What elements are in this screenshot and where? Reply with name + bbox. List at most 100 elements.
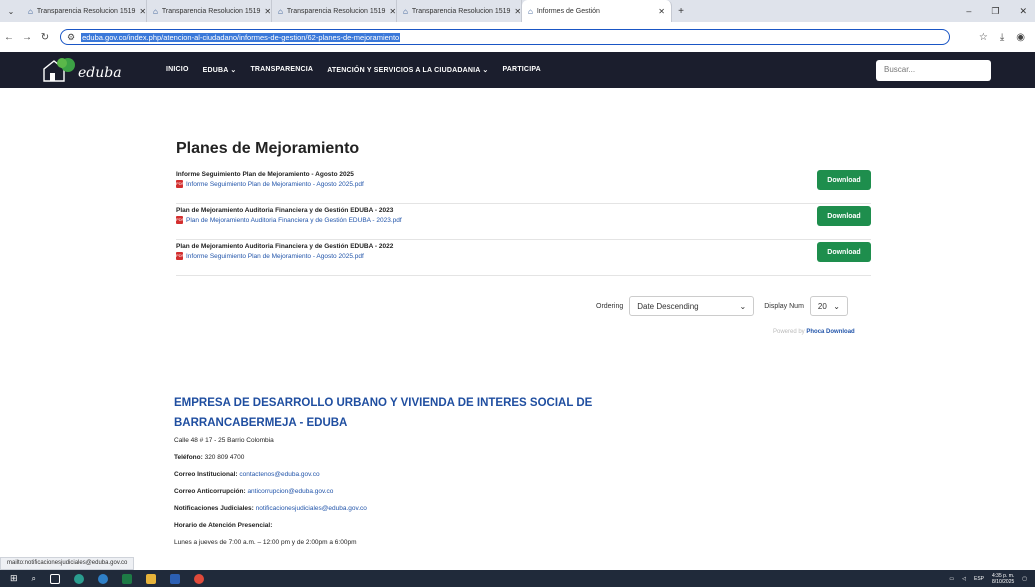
close-icon[interactable]: ✕ bbox=[514, 7, 521, 16]
close-icon[interactable]: ✕ bbox=[658, 7, 665, 16]
menu-item-transparencia[interactable]: TRANSPARENCIA bbox=[250, 66, 313, 74]
tab-title: Transparencia Resolucion 1519 bbox=[411, 7, 511, 15]
document-link[interactable]: PDF Informe Seguimiento Plan de Mejorami… bbox=[176, 252, 871, 260]
menu-item-inicio[interactable]: INICIO bbox=[166, 66, 189, 74]
search-icon[interactable]: ⌕ bbox=[32, 574, 36, 584]
menu-item-participa[interactable]: PARTICIPA bbox=[502, 66, 541, 74]
footer: EMPRESA DE DESARROLLO URBANO Y VIVIENDA … bbox=[174, 393, 594, 546]
browser-tab[interactable]: ⌂ Transparencia Resolucion 1519 ✕ bbox=[272, 0, 397, 22]
pdf-icon: PDF bbox=[176, 216, 184, 224]
word-icon[interactable] bbox=[170, 573, 181, 584]
close-icon[interactable]: ✕ bbox=[139, 7, 146, 16]
document-link[interactable]: PDF Informe Seguimiento Plan de Mejorami… bbox=[176, 180, 871, 188]
back-icon[interactable]: ← bbox=[0, 32, 18, 43]
network-icon[interactable]: ▭ bbox=[949, 576, 954, 582]
email-anti-link[interactable]: anticorrupcion@eduba.gov.co bbox=[247, 488, 333, 495]
tab-search-icon[interactable]: ⌄ bbox=[0, 7, 22, 16]
restore-icon[interactable]: ❐ bbox=[991, 6, 999, 17]
windows-start-icon[interactable]: ⊞ bbox=[10, 573, 18, 584]
document-filename[interactable]: Plan de Mejoramiento Auditoria Financier… bbox=[186, 217, 402, 224]
tab-title: Transparencia Resolucion 1519 bbox=[286, 7, 386, 15]
reload-icon[interactable]: ↻ bbox=[36, 32, 54, 43]
notifications-icon[interactable]: ▢ bbox=[1022, 576, 1027, 582]
url-input[interactable]: ⚙ eduba.gov.co/index.php/atencion-al-ciu… bbox=[60, 29, 950, 45]
hours-label: Horario de Atención Presencial: bbox=[174, 522, 594, 529]
address-bar-row: ← → ↻ ⚙ eduba.gov.co/index.php/atencion-… bbox=[0, 22, 1035, 52]
close-window-icon[interactable]: ✕ bbox=[1019, 6, 1027, 17]
home-icon: ⌂ bbox=[28, 6, 33, 16]
menu-item-eduba[interactable]: EDUBA ⌄ bbox=[203, 66, 237, 74]
tab-title: Transparencia Resolucion 1519 bbox=[36, 7, 136, 15]
new-tab-icon[interactable]: + bbox=[672, 6, 690, 17]
browser-tab[interactable]: ⌂ Transparencia Resolucion 1519 ✕ bbox=[22, 0, 147, 22]
home-icon: ⌂ bbox=[153, 6, 158, 16]
site-info-icon[interactable]: ⚙ bbox=[67, 32, 75, 43]
email-anti-line: Correo Anticorrupción: anticorrupcion@ed… bbox=[174, 488, 594, 495]
notif-link[interactable]: notificacionesjudiciales@eduba.gov.co bbox=[256, 505, 367, 512]
list-item: Plan de Mejoramiento Auditoria Financier… bbox=[176, 204, 871, 240]
chevron-down-icon: ⌄ bbox=[833, 301, 840, 311]
document-title: Informe Seguimiento Plan de Mejoramiento… bbox=[176, 171, 354, 178]
phone-value: 320 809 4700 bbox=[204, 454, 245, 461]
clock[interactable]: 4:35 p. m. 8/10/2025 bbox=[992, 573, 1014, 585]
download-button[interactable]: Download bbox=[817, 170, 871, 190]
file-explorer-icon[interactable] bbox=[146, 573, 157, 584]
edge-icon[interactable] bbox=[74, 573, 85, 584]
excel-icon[interactable] bbox=[122, 573, 133, 584]
ordering-select[interactable]: Date Descending ⌄ bbox=[629, 296, 755, 316]
browser-tab[interactable]: ⌂ Transparencia Resolucion 1519 ✕ bbox=[397, 0, 522, 22]
tab-title: Informes de Gestión bbox=[536, 7, 600, 15]
ordering-label: Ordering bbox=[596, 302, 624, 310]
ordering-value: Date Descending bbox=[637, 301, 699, 311]
app-icon[interactable] bbox=[98, 573, 109, 584]
display-num-label: Display Num bbox=[764, 302, 804, 310]
downloads-icon[interactable]: ⤓ bbox=[1000, 32, 1004, 43]
notif-label: Notificaciones Judiciales: bbox=[174, 505, 254, 512]
email-inst-label: Correo Institucional: bbox=[174, 471, 238, 478]
list-controls: Ordering Date Descending ⌄ Display Num 2… bbox=[596, 296, 848, 316]
org-name: EMPRESA DE DESARROLLO URBANO Y VIVIENDA … bbox=[174, 397, 593, 429]
phoca-link[interactable]: Phoca Download bbox=[806, 329, 854, 335]
window-controls: – ❐ ✕ bbox=[966, 6, 1035, 17]
hours-text: Lunes a jueves de 7:00 a.m. – 12:00 pm y… bbox=[174, 539, 357, 546]
volume-icon[interactable]: ◁ bbox=[962, 576, 966, 582]
home-icon: ⌂ bbox=[278, 6, 283, 16]
hours-label-text: Horario de Atención Presencial: bbox=[174, 522, 273, 529]
downloads-section: Planes de Mejoramiento Informe Seguimien… bbox=[176, 140, 871, 276]
minimize-icon[interactable]: – bbox=[966, 6, 971, 17]
document-filename[interactable]: Informe Seguimiento Plan de Mejoramiento… bbox=[186, 181, 364, 188]
task-view-icon[interactable] bbox=[50, 573, 61, 584]
site-logo[interactable]: eduba bbox=[40, 55, 135, 85]
menu-item-atencion[interactable]: ATENCIÓN Y SERVICIOS A LA CIUDADANIA ⌄ bbox=[327, 66, 488, 74]
pdf-icon: PDF bbox=[176, 180, 184, 188]
chrome-icon[interactable] bbox=[194, 573, 205, 584]
search-input[interactable]: Buscar... bbox=[876, 59, 991, 81]
download-button[interactable]: Download bbox=[817, 206, 871, 226]
bookmark-star-icon[interactable]: ☆ bbox=[979, 32, 988, 43]
forward-icon[interactable]: → bbox=[18, 32, 36, 43]
powered-by: Powered by Phoca Download bbox=[773, 329, 855, 335]
clock-time: 4:35 p. m. bbox=[992, 572, 1015, 579]
language-indicator[interactable]: ESP bbox=[974, 576, 984, 582]
browser-tab-active[interactable]: ⌂ Informes de Gestión ✕ bbox=[522, 0, 672, 22]
close-icon[interactable]: ✕ bbox=[389, 7, 396, 16]
email-inst-link[interactable]: contactenos@eduba.gov.co bbox=[239, 471, 319, 478]
document-filename[interactable]: Informe Seguimiento Plan de Mejoramiento… bbox=[186, 253, 364, 260]
email-inst-line: Correo Institucional: contactenos@eduba.… bbox=[174, 471, 594, 478]
chevron-down-icon: ⌄ bbox=[739, 301, 747, 311]
phone-line: Teléfono: 320 809 4700 bbox=[174, 454, 594, 461]
profile-icon[interactable]: ◉ bbox=[1016, 32, 1025, 43]
taskbar: ⊞ ⌕ ▭ ◁ ESP 4:35 p. m. 8/10/2025 ▢ bbox=[0, 570, 1035, 587]
close-icon[interactable]: ✕ bbox=[264, 7, 271, 16]
browser-tab[interactable]: ⌂ Transparencia Resolucion 1519 ✕ bbox=[147, 0, 272, 22]
house-tree-logo-icon bbox=[43, 58, 75, 82]
download-button[interactable]: Download bbox=[817, 242, 871, 262]
display-num-select[interactable]: 20 ⌄ bbox=[809, 296, 848, 316]
page-title: Planes de Mejoramiento bbox=[176, 140, 360, 157]
home-icon: ⌂ bbox=[403, 6, 408, 16]
document-link[interactable]: PDF Plan de Mejoramiento Auditoria Finan… bbox=[176, 216, 871, 224]
list-item: Plan de Mejoramiento Auditoria Financier… bbox=[176, 240, 871, 276]
main-menu: INICIO EDUBA ⌄ TRANSPARENCIA ATENCIÓN Y … bbox=[166, 66, 541, 74]
browser-tab-bar: ⌄ ⌂ Transparencia Resolucion 1519 ✕ ⌂ Tr… bbox=[0, 0, 1035, 22]
notif-line: Notificaciones Judiciales: notificacione… bbox=[174, 505, 594, 512]
